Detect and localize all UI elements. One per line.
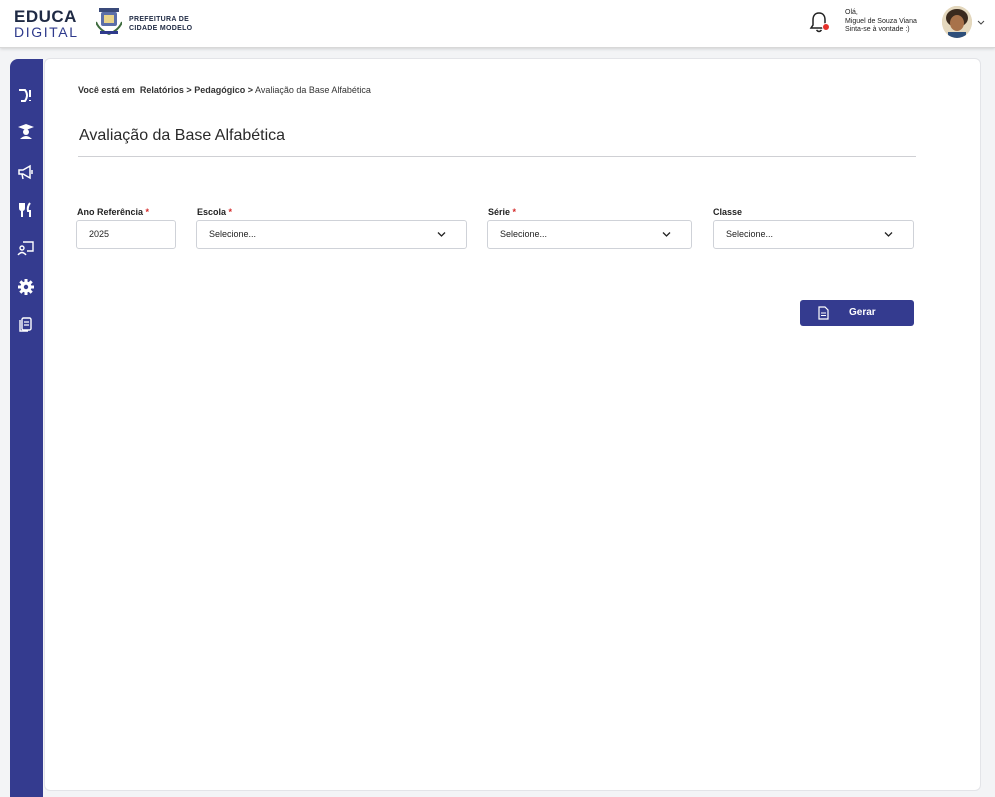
- required-marker: *: [228, 207, 233, 217]
- required-marker: *: [512, 207, 517, 217]
- classe-label: Classe: [713, 207, 742, 217]
- chevron-down-icon: [884, 232, 893, 237]
- logo-line1: EDUCA: [14, 7, 77, 26]
- educa-digital-logo[interactable]: EDUCA DIGITAL: [14, 8, 79, 39]
- ano-referencia-label-text: Ano Referência: [77, 207, 144, 217]
- top-header: EDUCA DIGITAL PREFEITURA DE CIDADE MODEL…: [0, 0, 995, 48]
- escola-label: Escola *: [197, 207, 232, 217]
- breadcrumb-relatorios[interactable]: Relatórios: [140, 85, 184, 95]
- teacher-board-icon[interactable]: [17, 239, 35, 257]
- ano-referencia-value: 2025: [89, 229, 110, 239]
- main-content-card: [44, 58, 981, 791]
- sidebar: [10, 59, 43, 797]
- document-icon: [818, 306, 829, 320]
- serie-select-value: Selecione...: [500, 229, 548, 239]
- ano-referencia-input[interactable]: 2025: [76, 220, 176, 249]
- title-divider: [78, 156, 916, 157]
- greeting-hello: Olá,: [845, 9, 858, 16]
- chevron-down-icon: [437, 232, 446, 237]
- avatar-photo-icon: [942, 6, 972, 38]
- notification-badge: [822, 23, 830, 31]
- classe-select[interactable]: Selecione...: [713, 220, 914, 249]
- graduate-icon[interactable]: [17, 122, 35, 140]
- serie-select[interactable]: Selecione...: [487, 220, 692, 249]
- utensils-icon[interactable]: [17, 201, 35, 219]
- documents-icon[interactable]: [17, 315, 35, 333]
- serie-label: Série *: [488, 207, 516, 217]
- prefeitura-label: PREFEITURA DE CIDADE MODELO: [129, 15, 192, 33]
- user-greeting: Olá, Miguel de Souza Viana Sinta-se à vo…: [845, 9, 917, 35]
- chevron-down-icon: [662, 232, 671, 237]
- greeting-welcome: Sinta-se à vontade :): [845, 26, 910, 33]
- user-menu-chevron-icon[interactable]: [977, 20, 985, 26]
- breadcrumb: Você está em Relatórios > Pedagógico > A…: [78, 85, 371, 95]
- required-marker: *: [145, 207, 150, 217]
- breadcrumb-current: Avaliação da Base Alfabética: [255, 85, 371, 95]
- escola-select-value: Selecione...: [209, 229, 257, 239]
- ano-referencia-label: Ano Referência *: [77, 207, 149, 217]
- logo-line2: DIGITAL: [14, 24, 79, 40]
- prefeitura-line1: PREFEITURA DE: [129, 16, 190, 23]
- breadcrumb-separator: >: [186, 85, 192, 95]
- gerar-button[interactable]: Gerar: [800, 300, 914, 326]
- alphabet-icon[interactable]: [17, 86, 35, 104]
- city-crest-icon: [96, 8, 122, 36]
- escola-label-text: Escola: [197, 207, 227, 217]
- user-name: Miguel de Souza Viana: [845, 17, 917, 25]
- serie-label-text: Série: [488, 207, 511, 217]
- page-title: Avaliação da Base Alfabética: [79, 127, 286, 144]
- escola-select[interactable]: Selecione...: [196, 220, 467, 249]
- gear-icon[interactable]: [17, 278, 35, 296]
- breadcrumb-prefix: Você está em: [78, 85, 135, 95]
- gerar-button-label: Gerar: [849, 307, 876, 318]
- user-avatar[interactable]: [942, 6, 972, 38]
- megaphone-icon[interactable]: [17, 163, 35, 181]
- prefeitura-line2: CIDADE MODELO: [129, 25, 193, 32]
- breadcrumb-pedagogico[interactable]: Pedagógico: [194, 85, 245, 95]
- classe-select-value: Selecione...: [726, 229, 774, 239]
- breadcrumb-separator: >: [247, 85, 253, 95]
- classe-label-text: Classe: [713, 207, 743, 217]
